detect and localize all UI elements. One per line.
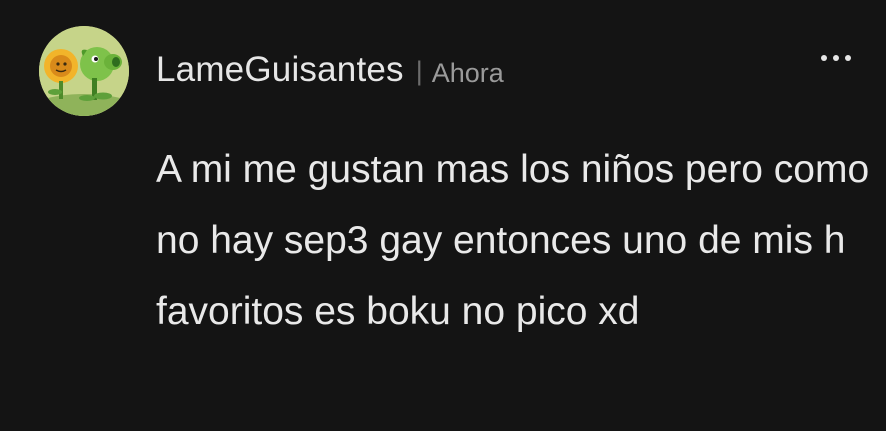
comment-text: A mi me gustan mas los niños pero como n…: [156, 148, 870, 333]
header-separator: |: [415, 55, 423, 86]
more-options-icon-dot: [833, 55, 839, 61]
more-options-icon-dot: [845, 55, 851, 61]
comment-header: LameGuisantes | Ahora: [156, 46, 504, 94]
plant-avatar-icon: [39, 26, 129, 116]
timestamp: Ahora: [431, 57, 504, 88]
more-options-icon: [821, 55, 827, 61]
avatar[interactable]: [39, 26, 129, 116]
more-options-button[interactable]: [814, 44, 858, 72]
username[interactable]: LameGuisantes: [156, 50, 404, 90]
comment: LameGuisantes | Ahora A mi me gustan mas…: [0, 0, 886, 431]
